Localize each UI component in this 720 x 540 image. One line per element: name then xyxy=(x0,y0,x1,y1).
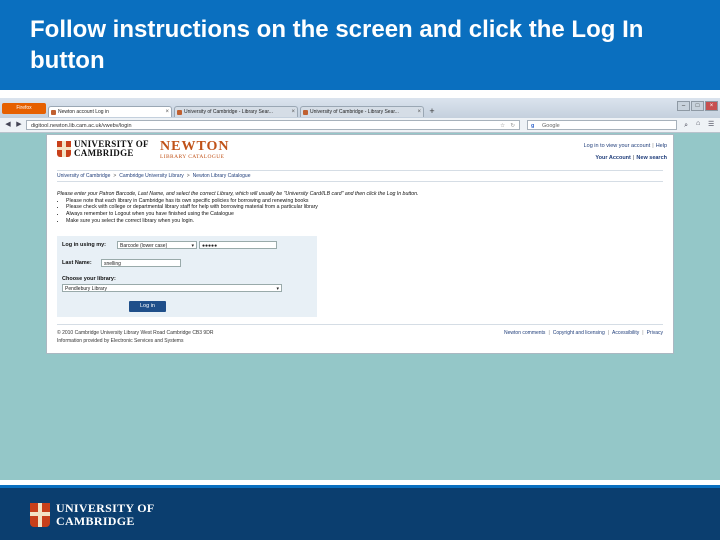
home-icon[interactable]: ⌂ xyxy=(696,120,700,127)
library-label: Choose your library: xyxy=(62,276,116,282)
firefox-menu-button[interactable]: Firefox xyxy=(2,103,46,114)
google-logo-icon: g xyxy=(531,123,535,129)
tab-label: University of Cambridge - Library Sear..… xyxy=(184,109,273,115)
uc-wordmark: UNIVERSITY OF CAMBRIDGE xyxy=(74,140,149,158)
new-search-link[interactable]: New search xyxy=(636,155,667,161)
search-icon[interactable]: ⌕ xyxy=(684,121,688,131)
search-placeholder: Google xyxy=(542,123,560,129)
forward-arrow-icon[interactable]: ▶ xyxy=(14,120,24,130)
footer-wordmark-line2: CAMBRIDGE xyxy=(56,514,135,528)
uc-wordmark-line2: CAMBRIDGE xyxy=(74,148,134,158)
slide-header: Follow instructions on the screen and cl… xyxy=(0,0,720,90)
account-links: Log in to view your account | Help Your Ac… xyxy=(583,143,667,161)
login-using-label: Log in using my: xyxy=(62,242,106,248)
newton-subtitle: LIBRARY CATALOGUE xyxy=(160,154,225,160)
footer-provider: Information provided by Electronic Servi… xyxy=(57,338,184,344)
copyright-link[interactable]: Copyright and licensing xyxy=(553,330,605,336)
bookmark-star-icon[interactable]: ☆ xyxy=(500,121,505,131)
instruction-item: Please check with college or departmenta… xyxy=(66,204,663,211)
login-button[interactable]: Log in xyxy=(129,301,166,312)
tab-close-icon[interactable]: × xyxy=(291,107,295,117)
instruction-item: Make sure you select the correct library… xyxy=(66,218,663,225)
favicon-icon xyxy=(51,110,56,115)
last-name-value: snelling xyxy=(104,261,121,267)
chevron-down-icon: ▾ xyxy=(276,286,279,292)
barcode-input[interactable]: ●●●●● xyxy=(199,241,277,249)
browser-navbar: ◀ ▶ digitool.newton.lib.cam.ac.uk/vwebv/… xyxy=(0,118,720,133)
accessibility-link[interactable]: Accessibility xyxy=(612,330,639,336)
uc-crest-icon xyxy=(30,503,50,527)
maximize-icon[interactable]: □ xyxy=(691,101,704,111)
uc-crest-icon xyxy=(57,141,71,157)
login-form: Log in using my: Barcode (lower case) ▾ … xyxy=(57,236,317,317)
barcode-value: ●●●●● xyxy=(202,243,218,249)
tab-label: University of Cambridge - Library Sear..… xyxy=(310,109,399,115)
slide-footer: UNIVERSITY OF CAMBRIDGE xyxy=(0,488,720,540)
url-text: digitool.newton.lib.cam.ac.uk/vwebv/logi… xyxy=(31,123,132,129)
instruction-item: Always remember to Logout when you have … xyxy=(66,211,663,218)
browser-tab-newton-login[interactable]: Newton account Log in × xyxy=(48,106,172,117)
menu-icon[interactable]: ☰ xyxy=(708,120,714,128)
tab-close-icon[interactable]: × xyxy=(165,107,169,117)
reload-icon[interactable]: ↻ xyxy=(510,121,515,131)
new-tab-plus-icon[interactable]: + xyxy=(427,106,437,117)
your-account-link[interactable]: Your Account xyxy=(595,155,630,161)
privacy-link[interactable]: Privacy xyxy=(647,330,663,336)
slide-title: Follow instructions on the screen and cl… xyxy=(30,16,644,74)
page-footer: © 2010 Cambridge University Library West… xyxy=(57,324,663,344)
favicon-icon xyxy=(177,110,182,115)
browser-tabstrip: Firefox Newton account Log in × Universi… xyxy=(0,98,720,119)
newton-logo[interactable]: NEWTON LIBRARY CATALOGUE xyxy=(160,140,230,161)
footer-wordmark: UNIVERSITY OF CAMBRIDGE xyxy=(56,502,154,528)
instruction-item: Please note that each library in Cambrid… xyxy=(66,198,663,205)
favicon-icon xyxy=(303,110,308,115)
minimize-icon[interactable]: – xyxy=(677,101,690,111)
last-name-label: Last Name: xyxy=(62,260,92,266)
breadcrumb-library[interactable]: Cambridge University Library xyxy=(119,173,183,179)
instructions-intro: Please enter your Patron Barcode, Last N… xyxy=(57,191,419,197)
login-type-select[interactable]: Barcode (lower case) ▾ xyxy=(117,241,197,249)
newton-comments-link[interactable]: Newton comments xyxy=(504,330,545,336)
login-type-value: Barcode (lower case) xyxy=(120,243,168,249)
footer-links: Newton comments | Copyright and licensing |… xyxy=(504,330,663,336)
browser-search-bar[interactable]: g Google ⌕ xyxy=(527,120,688,130)
breadcrumb-newton[interactable]: Newton Library Catalogue xyxy=(193,173,251,179)
login-instructions: Please enter your Patron Barcode, Last N… xyxy=(57,191,663,225)
newton-title: NEWTON xyxy=(160,139,230,154)
back-arrow-icon[interactable]: ◀ xyxy=(3,120,13,130)
footer-info: © 2010 Cambridge University Library West… xyxy=(57,329,213,345)
footer-copyright: © 2010 Cambridge University Library West… xyxy=(57,330,214,336)
chevron-down-icon: ▾ xyxy=(191,243,194,249)
browser-tab-library-search-1[interactable]: University of Cambridge - Library Sear..… xyxy=(174,106,298,117)
help-link[interactable]: Help xyxy=(656,143,667,149)
breadcrumb-university[interactable]: University of Cambridge xyxy=(57,173,110,179)
window-close-icon[interactable]: × xyxy=(705,101,718,111)
tab-close-icon[interactable]: × xyxy=(417,107,421,117)
url-bar[interactable]: digitool.newton.lib.cam.ac.uk/vwebv/logi… xyxy=(26,120,520,130)
footer-uc-logo: UNIVERSITY OF CAMBRIDGE xyxy=(30,502,154,528)
window-controls: – □ × xyxy=(677,101,718,111)
library-value: Pendlebury Library xyxy=(65,286,107,292)
browser-tab-library-search-2[interactable]: University of Cambridge - Library Sear..… xyxy=(300,106,424,117)
newton-login-page: UNIVERSITY OF CAMBRIDGE NEWTON LIBRARY C… xyxy=(46,134,674,354)
breadcrumb: University of Cambridge > Cambridge Univer… xyxy=(57,170,663,182)
last-name-input[interactable]: snelling xyxy=(101,259,181,267)
tab-label: Newton account Log in xyxy=(58,109,109,115)
library-select[interactable]: Pendlebury Library ▾ xyxy=(62,284,282,292)
uc-logo[interactable]: UNIVERSITY OF CAMBRIDGE xyxy=(57,140,149,158)
login-to-view-account-link[interactable]: Log in to view your account xyxy=(584,143,651,149)
